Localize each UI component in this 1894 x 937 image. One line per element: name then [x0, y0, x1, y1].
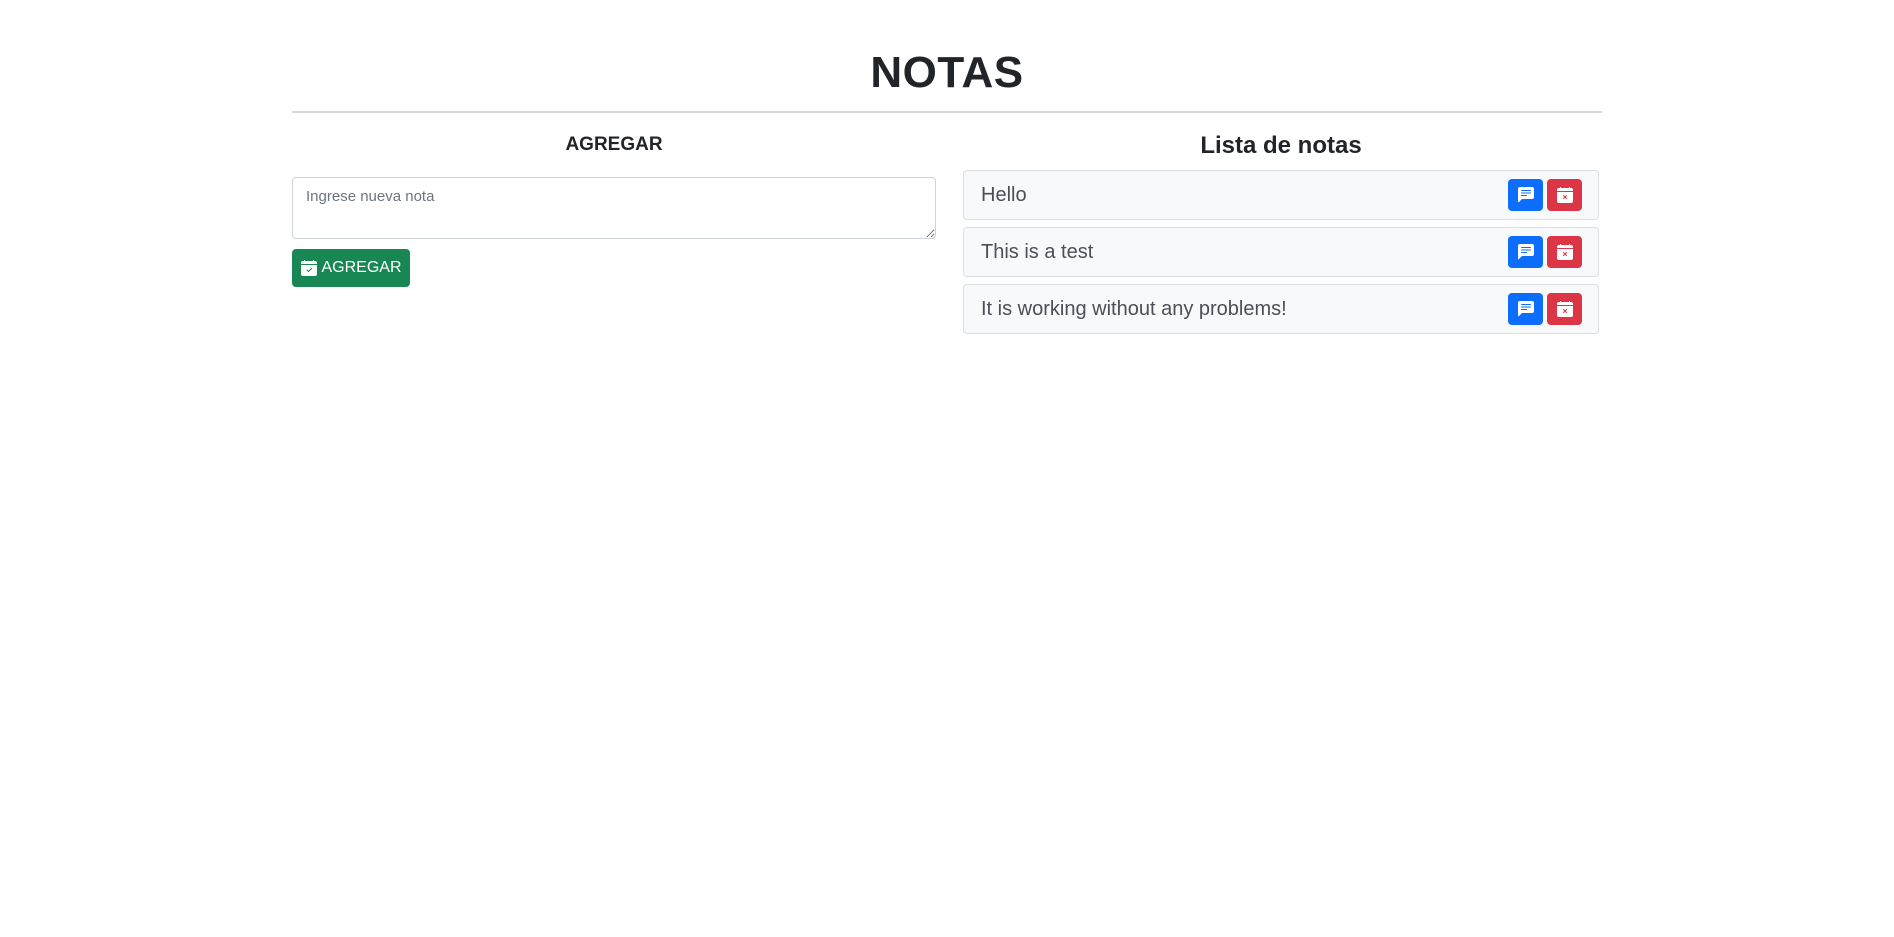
add-note-button[interactable]: AGREGAR — [292, 249, 410, 287]
app-container: NOTAS AGREGAR AGREGAR Lista de notas Hel… — [292, 0, 1602, 334]
delete-note-button[interactable] — [1547, 293, 1582, 325]
edit-note-button[interactable] — [1508, 236, 1543, 268]
notes-list-heading: Lista de notas — [1200, 132, 1362, 159]
delete-note-button[interactable] — [1547, 179, 1582, 211]
add-section-heading: AGREGAR — [565, 134, 663, 155]
note-text: Hello — [981, 183, 1027, 206]
note-text: It is working without any problems! — [981, 297, 1287, 320]
calendar-x-icon — [1556, 244, 1573, 260]
edit-note-button[interactable] — [1508, 293, 1543, 325]
page-title: NOTAS — [870, 48, 1024, 97]
note-item: It is working without any problems! — [963, 284, 1599, 334]
note-item: This is a test — [963, 227, 1599, 277]
note-actions — [1508, 293, 1582, 325]
calendar-x-icon — [1556, 301, 1573, 317]
notes-list: Hello This is a test It is working witho… — [963, 170, 1599, 341]
add-note-panel: AGREGAR AGREGAR — [292, 128, 936, 287]
delete-note-button[interactable] — [1547, 236, 1582, 268]
note-text: This is a test — [981, 240, 1094, 263]
add-note-button-label: AGREGAR — [321, 259, 402, 276]
note-item: Hello — [963, 170, 1599, 220]
note-actions — [1508, 179, 1582, 211]
notes-list-panel: Lista de notas Hello This is a test It i… — [963, 128, 1599, 334]
note-actions — [1508, 236, 1582, 268]
new-note-input[interactable] — [292, 177, 936, 239]
edit-note-button[interactable] — [1508, 179, 1543, 211]
chat-left-text-icon — [1517, 301, 1534, 317]
calendar-check-icon — [300, 260, 317, 276]
chat-left-text-icon — [1517, 244, 1534, 260]
calendar-x-icon — [1556, 187, 1573, 203]
title-divider — [292, 111, 1602, 113]
chat-left-text-icon — [1517, 187, 1534, 203]
